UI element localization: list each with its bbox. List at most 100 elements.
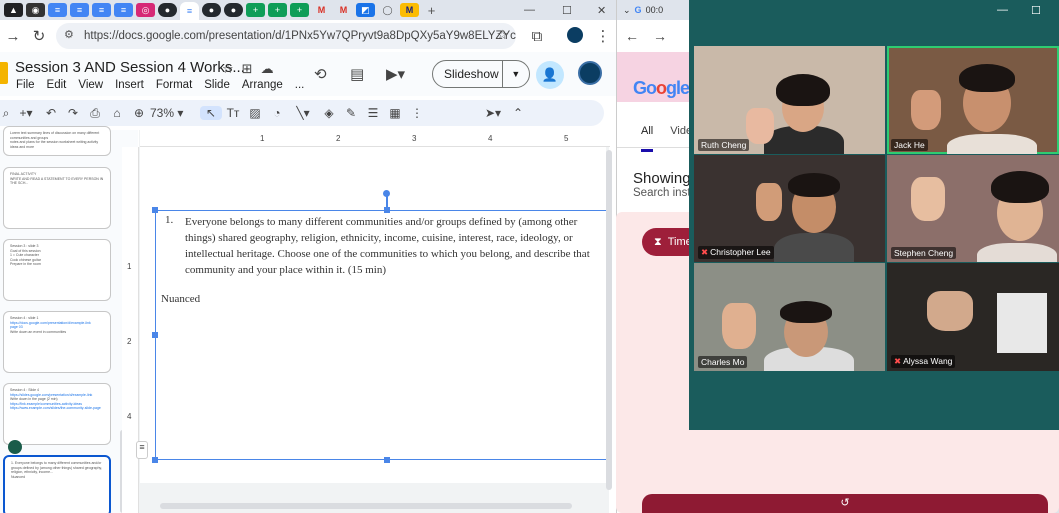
- slides-logo-icon[interactable]: [0, 62, 8, 84]
- cloud-status-icon[interactable]: ☁: [261, 61, 274, 77]
- search-menus-icon[interactable]: ⌕: [0, 106, 12, 121]
- select-tool-icon[interactable]: ↖: [200, 106, 222, 120]
- site-info-icon[interactable]: ⚙: [64, 28, 78, 42]
- rotate-handle[interactable]: [383, 190, 390, 197]
- slide-thumbnail[interactable]: FINAL ACTIVITY WRITE AND READ A STATEMEN…: [3, 167, 111, 229]
- menu-edit[interactable]: Edit: [47, 79, 67, 91]
- tab-14[interactable]: +: [290, 3, 309, 17]
- reset-timer-button[interactable]: ↺: [642, 494, 1048, 513]
- slide-thumbnail-selected[interactable]: 1. Everyone belongs to many different co…: [3, 455, 111, 513]
- tab-11[interactable]: ●: [224, 3, 243, 17]
- horizontal-ruler[interactable]: 1 2 3 4 5: [140, 130, 610, 147]
- menu-file[interactable]: File: [16, 79, 35, 91]
- comments-icon[interactable]: ▤: [350, 65, 364, 83]
- slide-thumbnail[interactable]: Lorem text summary lines of discussion o…: [3, 126, 111, 156]
- slideshow-button[interactable]: Slideshow ▼: [432, 60, 530, 88]
- tab-18[interactable]: ◯: [378, 3, 397, 17]
- tab-10[interactable]: ●: [202, 3, 221, 17]
- redo-icon[interactable]: ↷: [62, 106, 84, 120]
- participant-tile[interactable]: Ruth Cheng: [694, 46, 885, 154]
- tab-7[interactable]: ◎: [136, 3, 155, 17]
- border-dash-icon[interactable]: ▦: [384, 106, 406, 120]
- menu-view[interactable]: View: [78, 79, 103, 91]
- forward-icon[interactable]: →: [653, 28, 667, 44]
- tab-6[interactable]: ≡: [114, 3, 133, 17]
- undo-icon[interactable]: ↶: [40, 106, 62, 120]
- google-logo[interactable]: Google: [633, 78, 690, 99]
- extensions-icon[interactable]: ⧉: [524, 23, 550, 49]
- participant-tile[interactable]: ✖ Alyssa Wang: [887, 263, 1059, 371]
- tab-1[interactable]: ▲: [4, 3, 23, 17]
- maximize-icon[interactable]: ☐: [1031, 4, 1041, 17]
- zoom-select[interactable]: 73% ▾: [150, 106, 200, 120]
- participant-tile-active-speaker[interactable]: Jack He: [887, 46, 1059, 154]
- url-field[interactable]: ⚙ https://docs.google.com/presentation/d…: [56, 23, 516, 49]
- image-icon[interactable]: ▨: [244, 106, 266, 120]
- tab-17[interactable]: ◩: [356, 3, 375, 17]
- forward-icon[interactable]: →: [0, 23, 26, 49]
- share-button[interactable]: 👤: [536, 61, 564, 89]
- menu-more[interactable]: ...: [295, 79, 305, 91]
- answer-text[interactable]: Nuanced: [161, 293, 200, 305]
- speaker-notes-toggle[interactable]: ≡: [136, 441, 148, 459]
- tab-8[interactable]: ●: [158, 3, 177, 17]
- shape-icon[interactable]: ◔: [266, 106, 288, 120]
- tab-2[interactable]: ◉: [26, 3, 45, 17]
- account-avatar[interactable]: [578, 61, 602, 85]
- document-title[interactable]: Session 3 AND Session 4 Works...: [15, 59, 245, 76]
- tab-3[interactable]: ≡: [48, 3, 67, 17]
- tab-19[interactable]: M: [400, 3, 419, 17]
- canvas-vertical-scrollbar[interactable]: [606, 150, 612, 490]
- new-tab-button[interactable]: +: [422, 3, 441, 18]
- minimize-icon[interactable]: —: [997, 4, 1008, 16]
- pointer-mode-icon[interactable]: ➤▾: [478, 106, 508, 120]
- chevron-down-icon[interactable]: ⌄: [623, 5, 631, 16]
- collapse-toolbar-icon[interactable]: ⌃: [508, 106, 528, 120]
- tab-videos[interactable]: Vide: [670, 125, 690, 137]
- participant-tile[interactable]: ✖ Christopher Lee: [694, 155, 885, 262]
- canvas-horizontal-scrollbar[interactable]: [160, 503, 572, 509]
- tab-5[interactable]: ≡: [92, 3, 111, 17]
- reload-icon[interactable]: ↻: [26, 23, 52, 49]
- more-options-icon[interactable]: ⋮: [406, 106, 428, 120]
- paint-format-icon[interactable]: ⌂: [106, 106, 128, 120]
- collaborator-avatar[interactable]: [8, 440, 22, 454]
- maximize-icon[interactable]: ☐: [562, 0, 572, 20]
- slide-thumbnail[interactable]: Session 4 : Slide 4 https://slides.googl…: [3, 383, 111, 445]
- resize-handle[interactable]: [152, 207, 158, 213]
- tab-15[interactable]: M: [312, 3, 331, 17]
- meet-icon[interactable]: ▶▾: [386, 65, 405, 83]
- menu-insert[interactable]: Insert: [115, 79, 144, 91]
- menu-arrange[interactable]: Arrange: [242, 79, 283, 91]
- slide-thumbnail[interactable]: Session 3 : slide 3 Goal of this session…: [3, 239, 111, 301]
- resize-handle[interactable]: [384, 457, 390, 463]
- resize-handle[interactable]: [152, 457, 158, 463]
- google-tab-icon[interactable]: G: [635, 5, 642, 15]
- back-icon[interactable]: ←: [625, 28, 639, 44]
- move-folder-icon[interactable]: ⊞: [242, 61, 253, 77]
- minimize-icon[interactable]: —: [524, 0, 535, 20]
- tab-active[interactable]: ≡: [180, 2, 199, 20]
- menu-slide[interactable]: Slide: [204, 79, 230, 91]
- browser-menu-icon[interactable]: ⋮: [590, 23, 616, 49]
- bookmark-star-icon[interactable]: ☆: [496, 27, 508, 43]
- profile-avatar[interactable]: [567, 27, 583, 43]
- participant-tile[interactable]: Charles Mo: [694, 263, 885, 371]
- new-slide-icon[interactable]: +▾: [12, 106, 40, 120]
- border-color-icon[interactable]: ✎: [340, 106, 362, 120]
- prompt-paragraph[interactable]: Everyone belongs to many different commu…: [185, 214, 605, 278]
- version-history-icon[interactable]: ⟲: [314, 65, 327, 83]
- search-instead-link[interactable]: Search inste: [633, 187, 690, 199]
- slide-thumbnail[interactable]: Session 4 : slide 1 https://docs.google.…: [3, 311, 111, 373]
- star-icon[interactable]: ☆: [222, 61, 234, 77]
- tab-13[interactable]: +: [268, 3, 287, 17]
- tab-4[interactable]: ≡: [70, 3, 89, 17]
- close-icon[interactable]: ✕: [597, 0, 606, 20]
- menu-format[interactable]: Format: [156, 79, 192, 91]
- border-weight-icon[interactable]: ☰: [362, 106, 384, 120]
- print-icon[interactable]: ⎙: [84, 106, 106, 121]
- tab-16[interactable]: M: [334, 3, 353, 17]
- tab-12[interactable]: +: [246, 3, 265, 17]
- zoom-icon[interactable]: ⊕: [128, 106, 150, 120]
- participant-tile[interactable]: Stephen Cheng: [887, 155, 1059, 262]
